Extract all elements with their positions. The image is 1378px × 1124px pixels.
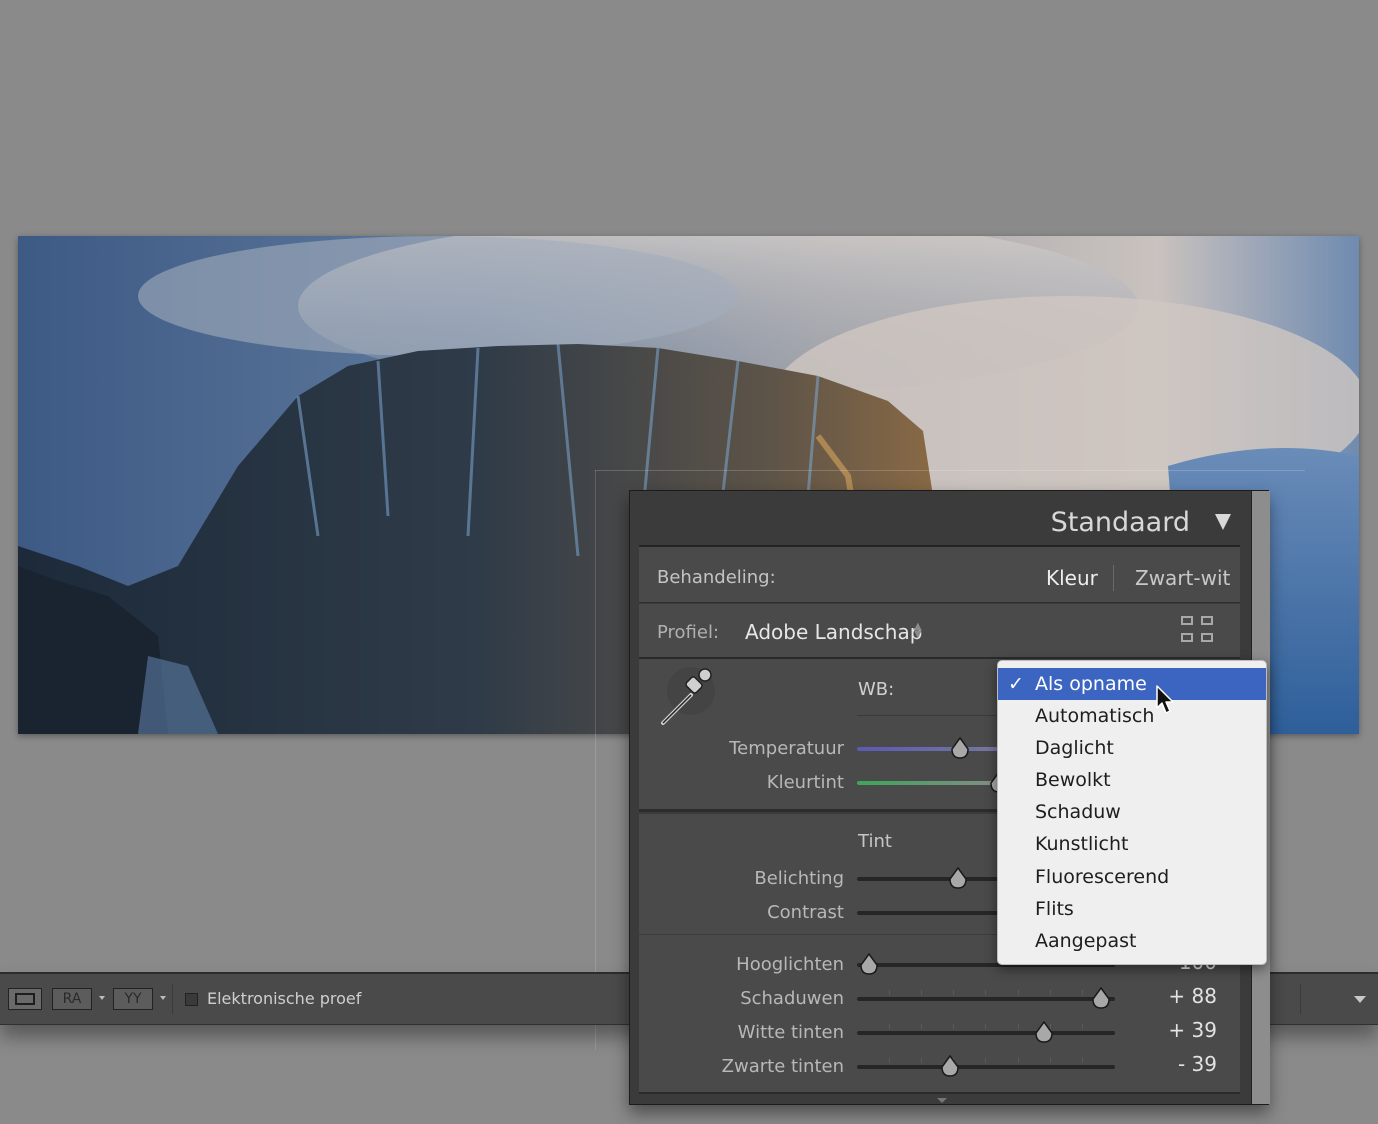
wb-option-auto[interactable]: Automatisch	[998, 700, 1266, 732]
before-after-button[interactable]: RA	[52, 988, 92, 1010]
wb-option-shade[interactable]: Schaduw	[998, 796, 1266, 828]
exposure-label: Belichting	[754, 868, 844, 889]
highlights-thumb[interactable]	[859, 953, 879, 975]
wb-option-daylight[interactable]: Daglicht	[998, 732, 1266, 764]
profile-row: Profiel: Adobe Landschap ▲ ▼	[639, 604, 1240, 659]
guide-line	[595, 470, 1305, 471]
wb-dropdown-menu: ✓ Als opname Automatisch Daglicht Bewolk…	[997, 660, 1267, 965]
wb-option-custom[interactable]: Aangepast	[998, 925, 1266, 957]
highlights-label: Hooglichten	[736, 954, 844, 975]
slider-ticks	[857, 990, 1115, 996]
whites-value[interactable]: + 39	[1168, 1018, 1217, 1042]
wb-option-cloudy[interactable]: Bewolkt	[998, 764, 1266, 796]
temperature-label: Temperatuur	[729, 738, 844, 759]
slider-ticks	[857, 1024, 1115, 1030]
blacks-label: Zwarte tinten	[721, 1056, 844, 1077]
cursor-icon	[1156, 685, 1174, 714]
whites-thumb[interactable]	[1034, 1021, 1054, 1043]
disclosure-triangle-icon[interactable]	[1215, 514, 1231, 530]
slider-ticks	[857, 1058, 1115, 1064]
divider	[857, 715, 1007, 716]
tone-label: Tint	[858, 831, 892, 852]
wb-option-as-shot[interactable]: ✓ Als opname	[998, 668, 1266, 700]
wb-option-fluorescent[interactable]: Fluorescerend	[998, 861, 1266, 893]
profile-label: Profiel:	[657, 622, 720, 643]
eyedropper-icon[interactable]	[655, 665, 715, 729]
chevron-down-icon[interactable]	[160, 996, 166, 1000]
treatment-bw-button[interactable]: Zwart-wit	[1135, 566, 1230, 590]
blacks-thumb[interactable]	[940, 1055, 960, 1077]
softproof-label: Elektronische proef	[207, 989, 362, 1008]
checkmark-icon: ✓	[1008, 673, 1024, 695]
toolbar-divider	[1300, 984, 1301, 1014]
treatment-color-button[interactable]: Kleur	[1046, 566, 1098, 590]
divider	[1113, 565, 1114, 591]
loupe-icon	[15, 993, 35, 1005]
shadows-value[interactable]: + 88	[1168, 984, 1217, 1008]
blacks-slider[interactable]	[857, 1065, 1115, 1069]
grid-icon[interactable]	[1181, 616, 1217, 646]
before-after-yy-button[interactable]: YY	[113, 988, 153, 1010]
treatment-row: Behandeling: Kleur Zwart-wit	[639, 545, 1240, 603]
exposure-thumb[interactable]	[948, 867, 968, 889]
toolbar-menu-arrow-icon[interactable]	[1354, 996, 1366, 1003]
profile-select[interactable]: Adobe Landschap	[745, 620, 922, 644]
whites-slider[interactable]	[857, 1031, 1115, 1035]
updown-arrows-icon[interactable]: ▲ ▼	[914, 622, 922, 640]
softproof-checkbox[interactable]	[185, 993, 198, 1006]
guide-line	[595, 470, 596, 1050]
whites-label: Witte tinten	[737, 1022, 844, 1043]
panel-title[interactable]: Standaard	[1051, 507, 1190, 538]
shadows-label: Schaduwen	[740, 988, 844, 1009]
wb-label: WB:	[858, 679, 895, 700]
loupe-view-button[interactable]	[8, 988, 42, 1010]
toolbar-divider	[172, 984, 173, 1014]
chevron-down-icon[interactable]	[99, 996, 105, 1000]
temperature-thumb[interactable]	[950, 737, 970, 759]
chevron-down-icon	[937, 1098, 947, 1103]
shadows-slider[interactable]	[857, 997, 1115, 1001]
wb-option-tungsten[interactable]: Kunstlicht	[998, 828, 1266, 860]
contrast-label: Contrast	[767, 902, 844, 923]
wb-option-flash[interactable]: Flits	[998, 893, 1266, 925]
treatment-label: Behandeling:	[657, 567, 776, 588]
shadows-thumb[interactable]	[1091, 987, 1111, 1009]
tint-color-label: Kleurtint	[766, 772, 844, 793]
blacks-value[interactable]: - 39	[1178, 1052, 1217, 1076]
